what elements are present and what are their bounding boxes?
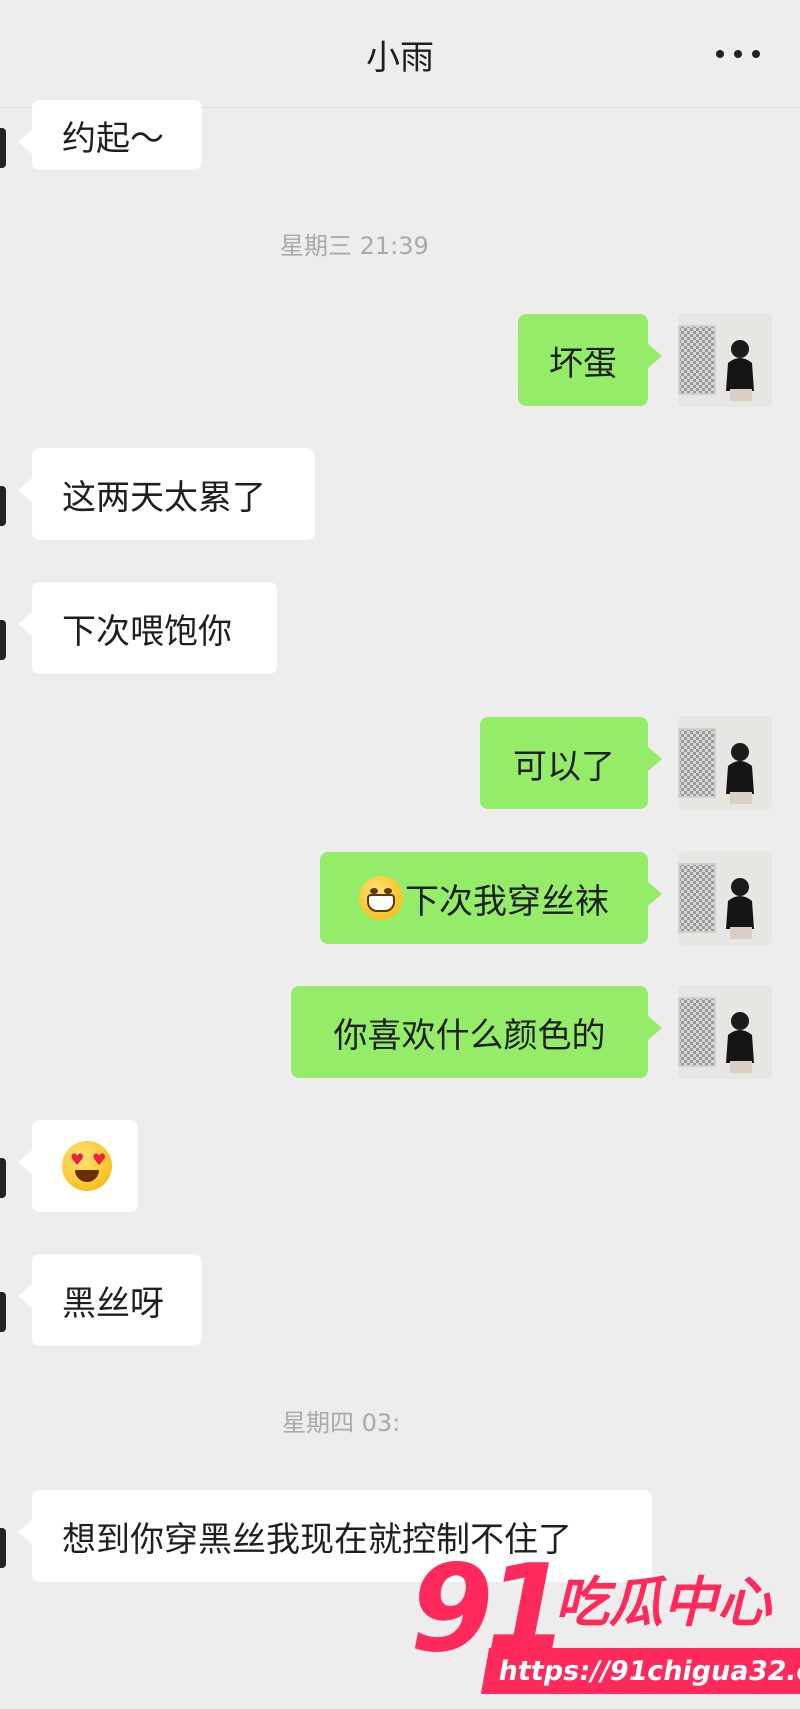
message-bubble-sent[interactable]: 坏蛋: [518, 314, 662, 406]
message-bubble-sent[interactable]: 下次我穿丝袜: [320, 852, 662, 944]
contact-avatar[interactable]: [0, 620, 6, 660]
site-watermark: 91 吃瓜中心 https://91chigua32.com: [410, 1540, 800, 1703]
message-bubble-received[interactable]: 这两天太累了: [18, 448, 315, 540]
contact-avatar[interactable]: [0, 1158, 6, 1198]
more-dots-icon: [734, 50, 742, 58]
message-timestamp: 星期四 03:: [282, 1409, 401, 1437]
more-options-button[interactable]: [716, 36, 760, 72]
chat-title: 小雨: [366, 38, 434, 78]
more-dots-icon: [752, 50, 760, 58]
grimacing-face-emoji: [359, 876, 403, 920]
message-timestamp: 星期三 21:39: [280, 232, 429, 260]
watermark-name: 吃瓜中心: [555, 1571, 771, 1634]
message-text: 黑丝呀: [62, 1283, 164, 1324]
message-bubble-received[interactable]: 约起～: [18, 100, 202, 170]
my-avatar[interactable]: [678, 313, 772, 407]
heart-eyes-drooling-emoji: ♥ ♥: [62, 1141, 112, 1191]
contact-avatar[interactable]: [0, 1292, 6, 1332]
my-avatar[interactable]: [678, 716, 772, 810]
more-dots-icon: [716, 50, 724, 58]
message-text: 下次喂饱你: [62, 611, 232, 652]
contact-avatar[interactable]: [0, 486, 6, 526]
message-text: 坏蛋: [549, 343, 617, 384]
watermark-url: https://91chigua32.com: [480, 1648, 800, 1694]
message-text: 可以了: [513, 746, 615, 787]
my-avatar[interactable]: [678, 851, 772, 945]
message-bubble-sent[interactable]: 可以了: [480, 717, 662, 809]
contact-avatar[interactable]: [0, 1528, 6, 1568]
message-bubble-received[interactable]: 黑丝呀: [18, 1254, 202, 1346]
chat-header: 小雨: [0, 0, 800, 108]
message-text: 约起～: [62, 118, 164, 159]
message-bubble-sent[interactable]: 你喜欢什么颜色的: [291, 986, 662, 1078]
message-text: 下次我穿丝袜: [405, 881, 609, 922]
my-avatar[interactable]: [678, 985, 772, 1079]
contact-avatar[interactable]: [0, 128, 6, 168]
message-bubble-received[interactable]: ♥ ♥: [18, 1120, 138, 1212]
message-text: 你喜欢什么颜色的: [333, 1015, 606, 1056]
message-bubble-received[interactable]: 下次喂饱你: [18, 582, 277, 674]
message-text: 这两天太累了: [62, 477, 266, 518]
